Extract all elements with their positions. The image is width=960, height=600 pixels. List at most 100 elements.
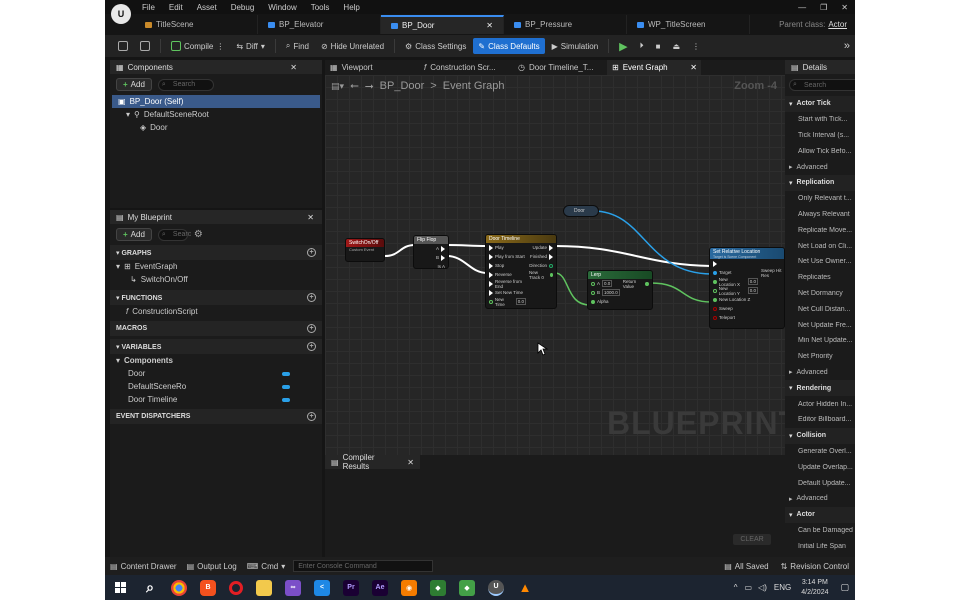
close-window-button[interactable]: ✕: [834, 3, 855, 12]
expand-toolbar-button[interactable]: »: [839, 38, 855, 54]
vscode-icon[interactable]: <: [314, 579, 330, 596]
pin-return-value[interactable]: Return Value: [620, 279, 652, 289]
gear-icon[interactable]: ⚙: [194, 229, 203, 240]
details-advanced-toggle[interactable]: ▸ Advanced: [785, 365, 855, 381]
unreal-logo-icon[interactable]: U: [111, 4, 131, 24]
vlc-icon[interactable]: ▲: [517, 580, 533, 596]
revision-control-button[interactable]: ⇅ Revision Control: [775, 562, 855, 571]
cmd-dropdown[interactable]: ⌨ Cmd ▾: [242, 562, 290, 571]
menu-edit[interactable]: Edit: [162, 3, 190, 12]
close-panel-icon[interactable]: ✕: [307, 213, 322, 222]
details-tab[interactable]: ▤ Details ✕: [785, 60, 855, 74]
save-button[interactable]: [113, 38, 133, 54]
pin-new-time[interactable]: New Time 0.0: [486, 297, 526, 307]
search-icon[interactable]: ⌕: [142, 579, 158, 596]
close-tab-icon[interactable]: ✕: [486, 21, 493, 30]
variables-section[interactable]: ▾ VARIABLES +: [110, 339, 322, 354]
eject-button[interactable]: ⏏: [667, 38, 685, 54]
find-button[interactable]: ⌕ Find: [281, 38, 314, 54]
pin-sweep[interactable]: Sweep: [710, 304, 758, 313]
event-graph-canvas[interactable]: ▤▾ ⭠ ⭢ BP_Door > Event Graph Zoom -4 Swi…: [325, 75, 798, 455]
variables-components-group[interactable]: ▾ Components: [110, 354, 322, 367]
chrome-icon[interactable]: [171, 579, 187, 596]
add-variable-icon[interactable]: +: [307, 342, 316, 351]
component-self[interactable]: ▣ BP_Door (Self): [112, 95, 320, 108]
network-icon[interactable]: ▭: [742, 583, 756, 592]
brave-icon[interactable]: B: [200, 579, 216, 596]
add-component-button[interactable]: + Add: [116, 78, 152, 91]
details-category[interactable]: ▾ Rendering: [785, 380, 855, 397]
node-flip-flop[interactable]: Flip Flop A B Is A: [413, 235, 449, 269]
menu-window[interactable]: Window: [261, 3, 303, 12]
node-door-variable[interactable]: Door: [563, 205, 599, 217]
menu-tools[interactable]: Tools: [304, 3, 337, 12]
tray-chevron-icon[interactable]: ^: [730, 583, 742, 592]
content-drawer-button[interactable]: ▤ Content Drawer: [105, 562, 182, 571]
details-advanced-toggle[interactable]: ▸ Advanced: [785, 491, 855, 507]
close-tab-icon[interactable]: ✕: [690, 63, 701, 72]
all-saved-indicator[interactable]: ▤ All Saved: [718, 562, 774, 571]
blender-icon[interactable]: ◉: [401, 579, 417, 596]
doc-tab-bp-door[interactable]: BP_Door ✕: [381, 15, 504, 34]
pin-value[interactable]: 1000.0: [602, 289, 620, 296]
parent-class-link[interactable]: Actor: [828, 20, 847, 29]
pin-play[interactable]: Play: [486, 243, 526, 252]
compile-button[interactable]: Compile ⋮: [166, 38, 229, 54]
variable-door-timeline[interactable]: Door Timeline: [110, 393, 322, 406]
variable-door[interactable]: Door: [110, 367, 322, 380]
variable-default-scene-root[interactable]: DefaultSceneRo: [110, 380, 322, 393]
language-indicator[interactable]: ENG: [770, 583, 795, 592]
after-effects-icon[interactable]: Ae: [372, 579, 388, 596]
event-dispatchers-section[interactable]: EVENT DISPATCHERS +: [110, 409, 322, 424]
pin-b[interactable]: B: [414, 253, 448, 262]
browse-button[interactable]: [135, 38, 155, 54]
output-log-button[interactable]: ▤ Output Log: [182, 562, 242, 571]
pin-reverse-from-end[interactable]: Reverse from End: [486, 279, 526, 289]
node-set-relative-location[interactable]: Set Relative Location Target is Scene Co…: [709, 247, 785, 329]
editor-tab-viewport[interactable]: ▦ Viewport: [325, 60, 419, 75]
doc-tab-wp-titlescreen[interactable]: WP_TitleScreen: [627, 15, 750, 34]
node-door-timeline[interactable]: Door Timeline Play Play from Start Stop …: [485, 234, 557, 309]
component-default-scene-root[interactable]: ▾ ⚲ DefaultSceneRoot: [110, 108, 322, 121]
sourcetree-icon[interactable]: ◆: [459, 579, 475, 596]
stop-button[interactable]: ■: [651, 38, 666, 54]
pause-button[interactable]: ⏵: [635, 38, 649, 54]
my-blueprint-search-input[interactable]: ⌕ Searc: [157, 228, 191, 241]
editor-tab-door-timeline[interactable]: ◷ Door Timeline_T...: [513, 60, 607, 75]
doc-tab-bp-pressure[interactable]: BP_Pressure: [504, 15, 627, 34]
pin-update[interactable]: Update: [526, 243, 556, 252]
visual-studio-icon[interactable]: ∞: [285, 579, 301, 596]
opera-icon[interactable]: [229, 580, 243, 595]
pin-finished[interactable]: Finished: [526, 252, 556, 261]
details-category[interactable]: ▾ Actor Tick: [785, 96, 855, 112]
editor-tab-event-graph[interactable]: ⊞ Event Graph ✕: [607, 60, 701, 75]
pin-new-location-y[interactable]: New Location Y 0.0: [710, 286, 758, 296]
pin-new-track[interactable]: New Track 0: [526, 270, 556, 280]
add-member-button[interactable]: + Add: [116, 228, 152, 241]
compiler-results-tab[interactable]: ▤ Compiler Results ✕: [325, 453, 420, 471]
add-macro-icon[interactable]: +: [307, 324, 316, 333]
diff-button[interactable]: ⇆ Diff ▾: [231, 38, 270, 54]
add-graph-icon[interactable]: +: [307, 248, 316, 257]
pin-exec-in[interactable]: [710, 259, 758, 268]
maximize-button[interactable]: ❐: [813, 3, 834, 12]
pin-play-from-start[interactable]: Play from Start: [486, 252, 526, 261]
volume-icon[interactable]: ◁): [755, 583, 770, 592]
simulation-button[interactable]: ▶ Simulation: [547, 38, 604, 54]
pin-a[interactable]: A: [414, 244, 448, 253]
file-explorer-icon[interactable]: [256, 579, 272, 596]
functions-section[interactable]: ▾ FUNCTIONS +: [110, 290, 322, 305]
details-advanced-toggle[interactable]: ▸ Advanced: [785, 159, 855, 175]
git-icon[interactable]: ◆: [430, 579, 446, 596]
pin-value[interactable]: 0.0: [747, 287, 758, 294]
add-function-icon[interactable]: +: [307, 293, 316, 302]
doc-tab-bp-elevator[interactable]: BP_Elevator: [258, 15, 381, 34]
function-construction-script[interactable]: f ConstructionScript: [110, 305, 322, 318]
pin-value[interactable]: 0.0: [747, 278, 758, 285]
add-dispatcher-icon[interactable]: +: [307, 412, 316, 421]
my-blueprint-tab[interactable]: ▤ My Blueprint ✕: [110, 210, 322, 224]
premiere-icon[interactable]: Pr: [343, 579, 359, 596]
pin-lerp-alpha[interactable]: Alpha: [588, 297, 620, 306]
macros-section[interactable]: MACROS +: [110, 321, 322, 336]
menu-help[interactable]: Help: [336, 3, 366, 12]
